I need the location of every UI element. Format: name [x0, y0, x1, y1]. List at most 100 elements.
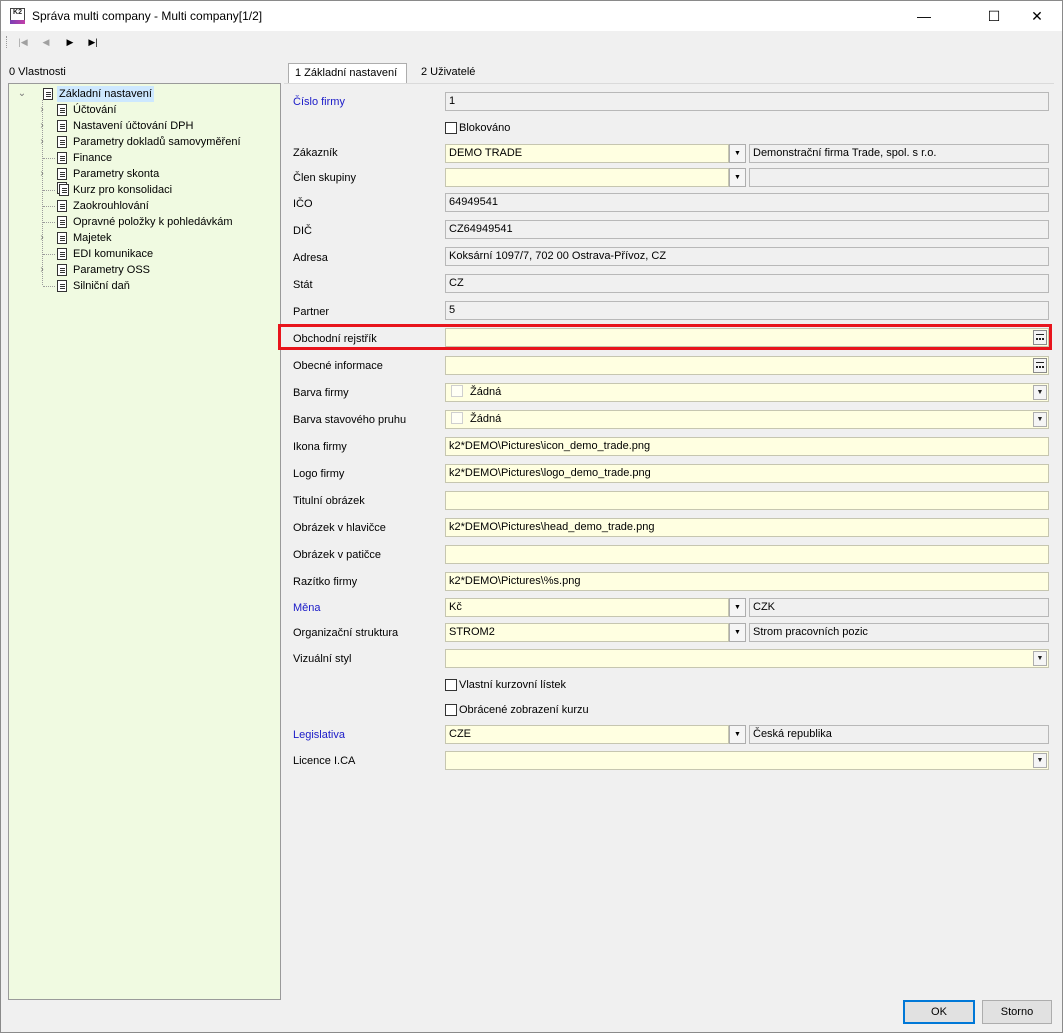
title-bar: K2 Správa multi company - Multi company[…	[1, 1, 1062, 31]
clen-skupiny-dropdown-button[interactable]: ▼	[729, 168, 746, 187]
color-swatch-icon	[451, 385, 463, 397]
ico-field[interactable]: 64949541	[445, 193, 1049, 212]
checkbox-box[interactable]	[445, 122, 457, 134]
minimize-button[interactable]: —	[901, 1, 947, 31]
document-icon	[57, 264, 67, 276]
document-icon	[57, 200, 67, 212]
legislativa-label: Legislativa	[293, 729, 345, 741]
blokovano-label: Blokováno	[459, 122, 511, 134]
razitko-firmy-input[interactable]: k2*DEMO\Pictures\%s.png	[445, 572, 1049, 591]
tree-connector	[43, 190, 55, 191]
tree-item-label: Majetek	[73, 232, 112, 244]
barva-pruhu-value: Žádná	[470, 413, 502, 425]
chevron-right-icon[interactable]: ›	[37, 262, 47, 278]
checkbox-box[interactable]	[445, 704, 457, 716]
ico-label: IČO	[293, 198, 313, 210]
tree-item-label: Opravné položky k pohledávkám	[73, 216, 233, 228]
cislo-firmy-field[interactable]: 1	[445, 92, 1049, 111]
org-struktura-input[interactable]: STROM2	[445, 623, 729, 642]
logo-firmy-label: Logo firmy	[293, 468, 345, 480]
obrazek-hlavicce-label: Obrázek v hlavičce	[293, 522, 386, 534]
document-icon	[57, 280, 67, 292]
legislativa-dropdown-button[interactable]: ▼	[729, 725, 746, 744]
mena-label: Měna	[293, 602, 321, 614]
maximize-button[interactable]: ☐	[971, 1, 1017, 31]
org-struktura-description: Strom pracovních pozic	[749, 623, 1049, 642]
chevron-down-icon[interactable]: ▼	[1033, 412, 1047, 427]
tree-connector	[43, 254, 55, 255]
chevron-right-icon[interactable]: ›	[37, 118, 47, 134]
titulni-obrazek-label: Titulní obrázek	[293, 495, 365, 507]
chevron-right-icon[interactable]: ›	[37, 230, 47, 246]
stat-label: Stát	[293, 279, 313, 291]
barva-pruhu-select[interactable]: Žádná ▼	[445, 410, 1049, 429]
last-record-icon[interactable]: ▶|	[85, 35, 101, 49]
close-button[interactable]: ✕	[1014, 1, 1060, 31]
checkbox-box[interactable]	[445, 679, 457, 691]
document-icon	[43, 88, 53, 100]
chevron-right-icon[interactable]: ›	[37, 102, 47, 118]
stat-field[interactable]: CZ	[445, 274, 1049, 293]
text-editor-icon[interactable]	[1033, 358, 1047, 373]
obecne-informace-label: Obecné informace	[293, 360, 383, 372]
navigator-grip	[6, 36, 7, 48]
storno-button[interactable]: Storno	[982, 1000, 1052, 1024]
ikona-firmy-label: Ikona firmy	[293, 441, 347, 453]
obecne-informace-input[interactable]	[445, 356, 1049, 375]
tree-item-label: Parametry skonta	[73, 168, 160, 180]
mena-dropdown-button[interactable]: ▼	[729, 598, 746, 617]
main-window: K2 Správa multi company - Multi company[…	[0, 0, 1063, 1033]
ikona-firmy-input[interactable]: k2*DEMO\Pictures\icon_demo_trade.png	[445, 437, 1049, 456]
partner-field[interactable]: 5	[445, 301, 1049, 320]
tree-item-label: Parametry dokladů samovyměření	[73, 136, 241, 148]
document-icon	[57, 232, 67, 244]
k2-app-icon: K2	[10, 8, 25, 24]
tree-item-label: Kurz pro konsolidaci	[73, 184, 173, 196]
vizualni-styl-label: Vizuální styl	[293, 653, 352, 665]
clen-skupiny-input[interactable]	[445, 168, 729, 187]
tab-zakladni-nastaveni[interactable]: 1 Základní nastavení	[288, 63, 407, 84]
titulni-obrazek-input[interactable]	[445, 491, 1049, 510]
tab-uzivatele[interactable]: 2 Uživatelé	[415, 63, 487, 83]
obrazek-paticce-input[interactable]	[445, 545, 1049, 564]
tree-item-label: Účtování	[73, 104, 117, 116]
zakaznik-dropdown-button[interactable]: ▼	[729, 144, 746, 163]
dic-field[interactable]: CZ64949541	[445, 220, 1049, 239]
adresa-field[interactable]: Koksární 1097/7, 702 00 Ostrava-Přívoz, …	[445, 247, 1049, 266]
chevron-down-icon[interactable]: ⌄	[17, 86, 27, 102]
multi-document-icon	[59, 184, 69, 196]
tree-item-label: Zaokrouhlování	[73, 200, 149, 212]
tree-item-label: Parametry OSS	[73, 264, 151, 276]
tree-item-label: Finance	[73, 152, 113, 164]
document-icon	[57, 120, 67, 132]
highlight-box	[278, 324, 1052, 350]
vizualni-styl-select[interactable]: ▼	[445, 649, 1049, 668]
licence-ica-select[interactable]: ▼	[445, 751, 1049, 770]
tab-divider	[284, 83, 1054, 84]
chevron-down-icon[interactable]: ▼	[1033, 385, 1047, 400]
vlastni-kurzovni-checkbox[interactable]: Vlastní kurzovní lístek	[445, 677, 566, 693]
chevron-down-icon[interactable]: ▼	[1033, 753, 1047, 768]
org-struktura-dropdown-button[interactable]: ▼	[729, 623, 746, 642]
chevron-right-icon[interactable]: ›	[37, 166, 47, 182]
logo-firmy-input[interactable]: k2*DEMO\Pictures\logo_demo_trade.png	[445, 464, 1049, 483]
document-icon	[57, 152, 67, 164]
dic-label: DIČ	[293, 225, 312, 237]
zakaznik-description: Demonstrační firma Trade, spol. s r.o.	[749, 144, 1049, 163]
first-record-icon[interactable]: |◀	[15, 35, 31, 49]
blokovano-checkbox[interactable]: Blokováno	[445, 120, 510, 136]
ok-button[interactable]: OK	[903, 1000, 975, 1024]
zakaznik-input[interactable]: DEMO TRADE	[445, 144, 729, 163]
mena-input[interactable]: Kč	[445, 598, 729, 617]
chevron-down-icon[interactable]: ▼	[1033, 651, 1047, 666]
obracene-zobrazeni-checkbox[interactable]: Obrácené zobrazení kurzu	[445, 702, 589, 718]
chevron-right-icon[interactable]: ›	[37, 134, 47, 150]
properties-tree[interactable]: ⌄ Základní nastavení › Účtování › Nastav…	[8, 83, 281, 1000]
previous-record-icon[interactable]: ◀	[38, 35, 54, 49]
barva-firmy-select[interactable]: Žádná ▼	[445, 383, 1049, 402]
document-icon	[57, 248, 67, 260]
legislativa-input[interactable]: CZE	[445, 725, 729, 744]
tree-connector	[43, 286, 55, 287]
next-record-icon[interactable]: ▶	[62, 35, 78, 49]
obrazek-hlavicce-input[interactable]: k2*DEMO\Pictures\head_demo_trade.png	[445, 518, 1049, 537]
